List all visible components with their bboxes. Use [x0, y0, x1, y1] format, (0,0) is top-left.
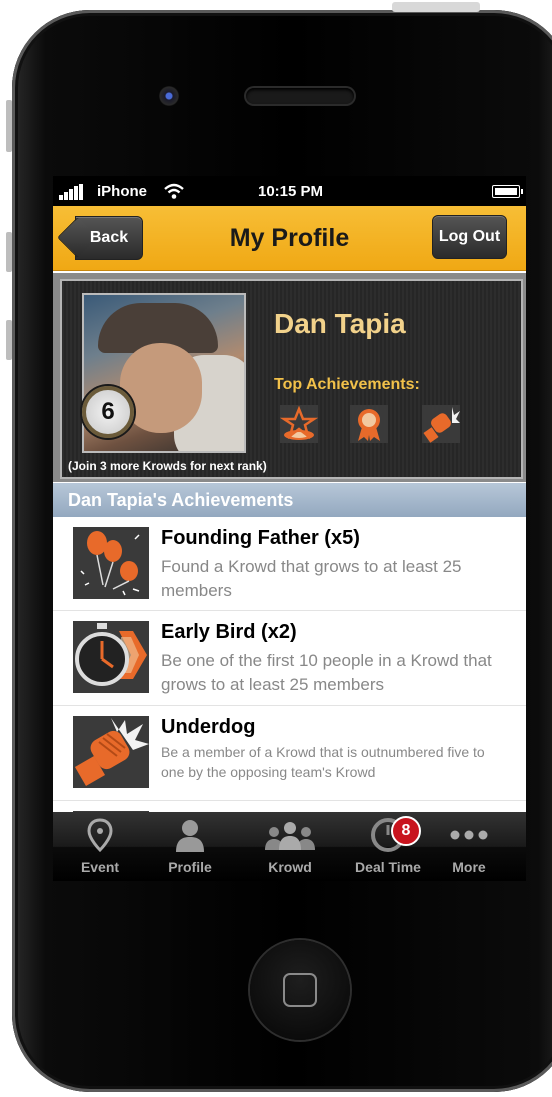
earpiece-speaker: [246, 88, 354, 104]
tab-bar: Event Profile Krowd Deal Time 8 More: [53, 812, 526, 881]
tab-label: Event: [80, 859, 120, 875]
star-target-icon[interactable]: [280, 405, 318, 443]
deal-time-badge: 8: [391, 816, 421, 846]
list-item[interactable]: Underdog Be a member of a Krowd that is …: [53, 706, 526, 801]
mute-switch[interactable]: [6, 100, 12, 152]
list-item[interactable]: Early Bird (x2) Be one of the first 10 p…: [53, 611, 526, 706]
achievement-description: Be a member of a Krowd that is outnumber…: [161, 744, 485, 780]
group-icon: [265, 822, 315, 850]
tab-more[interactable]: More: [424, 812, 514, 881]
profile-card: 6 (Join 3 more Krowds for next rank) Dan…: [53, 273, 526, 482]
tab-krowd[interactable]: Krowd: [245, 812, 335, 881]
achievement-title: Founding Father (x5): [161, 527, 360, 549]
stopwatch-icon: [73, 621, 149, 693]
signal-icon: [59, 184, 83, 200]
top-achievements-label: Top Achievements:: [274, 376, 420, 393]
back-button[interactable]: Back: [75, 216, 143, 260]
achievements-section-header: Dan Tapia's Achievements: [53, 483, 526, 517]
fist-burst-icon[interactable]: [422, 405, 460, 443]
front-camera: [159, 86, 179, 106]
profile-name: Dan Tapia: [274, 308, 406, 339]
more-dots-icon: [450, 830, 488, 840]
rank-note: (Join 3 more Krowds for next rank): [68, 459, 267, 473]
achievement-title: Early Bird (x2): [161, 621, 297, 643]
screen: iPhone 10:15 PM Back My Profile Log Out …: [53, 176, 526, 881]
power-button[interactable]: [392, 2, 480, 12]
home-square-icon: [283, 973, 317, 1007]
profile-card-inner: 6 (Join 3 more Krowds for next rank) Dan…: [60, 279, 523, 479]
ribbon-medal-icon[interactable]: [350, 405, 388, 443]
tab-profile[interactable]: Profile: [145, 812, 235, 881]
status-bar: iPhone 10:15 PM: [53, 176, 526, 206]
tab-event[interactable]: Event: [55, 812, 145, 881]
tab-label: Profile: [168, 859, 212, 875]
balloons-icon: [73, 527, 149, 599]
fist-icon: [73, 716, 149, 788]
wifi-icon: [164, 183, 184, 199]
rank-badge: 6: [82, 386, 134, 438]
volume-down-button[interactable]: [6, 320, 12, 360]
map-pin-icon: [87, 818, 113, 852]
navigation-bar: Back My Profile Log Out: [53, 206, 526, 271]
tab-deal-time[interactable]: Deal Time: [343, 812, 433, 881]
status-time: 10:15 PM: [258, 183, 324, 200]
achievement-description: Found a Krowd that grows to at least 25 …: [161, 557, 462, 600]
carrier-name: iPhone: [97, 183, 148, 200]
battery-icon: [492, 185, 523, 198]
home-button[interactable]: [250, 940, 350, 1040]
volume-up-button[interactable]: [6, 232, 12, 272]
tab-label: More: [452, 859, 486, 875]
person-icon: [176, 820, 204, 852]
achievement-description: Be one of the first 10 people in a Krowd…: [161, 651, 492, 694]
achievement-title: Underdog: [161, 716, 256, 738]
achievements-header-text: Dan Tapia's Achievements: [68, 490, 294, 510]
list-item[interactable]: Founding Father (x5) Found a Krowd that …: [53, 517, 526, 611]
tab-label: Krowd: [268, 859, 312, 875]
tab-label: Deal Time: [355, 859, 421, 875]
log-out-button[interactable]: Log Out: [432, 215, 507, 259]
